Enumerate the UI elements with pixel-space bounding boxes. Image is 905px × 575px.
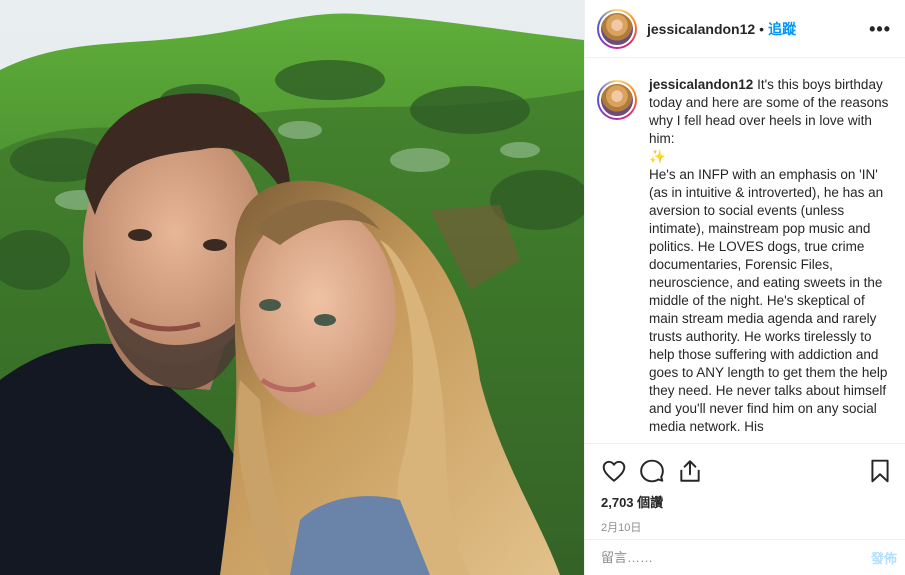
author-avatar[interactable] xyxy=(597,8,637,49)
share-icon[interactable] xyxy=(677,458,703,484)
caption-text: jessicalandon12 It's this boys birthday … xyxy=(649,76,895,442)
caption-username[interactable]: jessicalandon12 xyxy=(649,77,753,92)
avatar-image xyxy=(599,82,635,118)
post-actions-section: 2,703 個讚 2月10日 xyxy=(585,443,905,535)
instagram-post: jessicalandon12 • 追蹤 ••• jessicalandon12… xyxy=(0,0,905,575)
more-options-icon[interactable]: ••• xyxy=(869,20,891,38)
post-side-panel: jessicalandon12 • 追蹤 ••• jessicalandon12… xyxy=(584,0,905,575)
comment-icon[interactable] xyxy=(639,458,665,484)
avatar-image xyxy=(599,10,635,47)
caption-avatar[interactable] xyxy=(597,80,637,120)
author-username[interactable]: jessicalandon12 xyxy=(647,21,755,37)
likes-count[interactable]: 2,703 個讚 xyxy=(585,488,905,511)
post-photo[interactable] xyxy=(0,0,584,575)
caption-body: It's this boys birthday today and here a… xyxy=(649,77,889,434)
post-comment-button[interactable]: 發佈 xyxy=(871,548,897,567)
bookmark-icon[interactable] xyxy=(867,458,893,484)
comment-input[interactable] xyxy=(601,550,871,565)
post-date[interactable]: 2月10日 xyxy=(585,511,905,535)
post-header: jessicalandon12 • 追蹤 ••• xyxy=(585,0,905,58)
comment-box: 發佈 xyxy=(585,539,905,575)
action-bar xyxy=(585,444,905,488)
follow-button[interactable]: 追蹤 xyxy=(768,19,796,39)
caption-area: jessicalandon12 It's this boys birthday … xyxy=(597,76,895,442)
couple-selfie-image xyxy=(0,0,584,575)
heart-icon[interactable] xyxy=(601,458,627,484)
separator-dot: • xyxy=(759,20,765,37)
